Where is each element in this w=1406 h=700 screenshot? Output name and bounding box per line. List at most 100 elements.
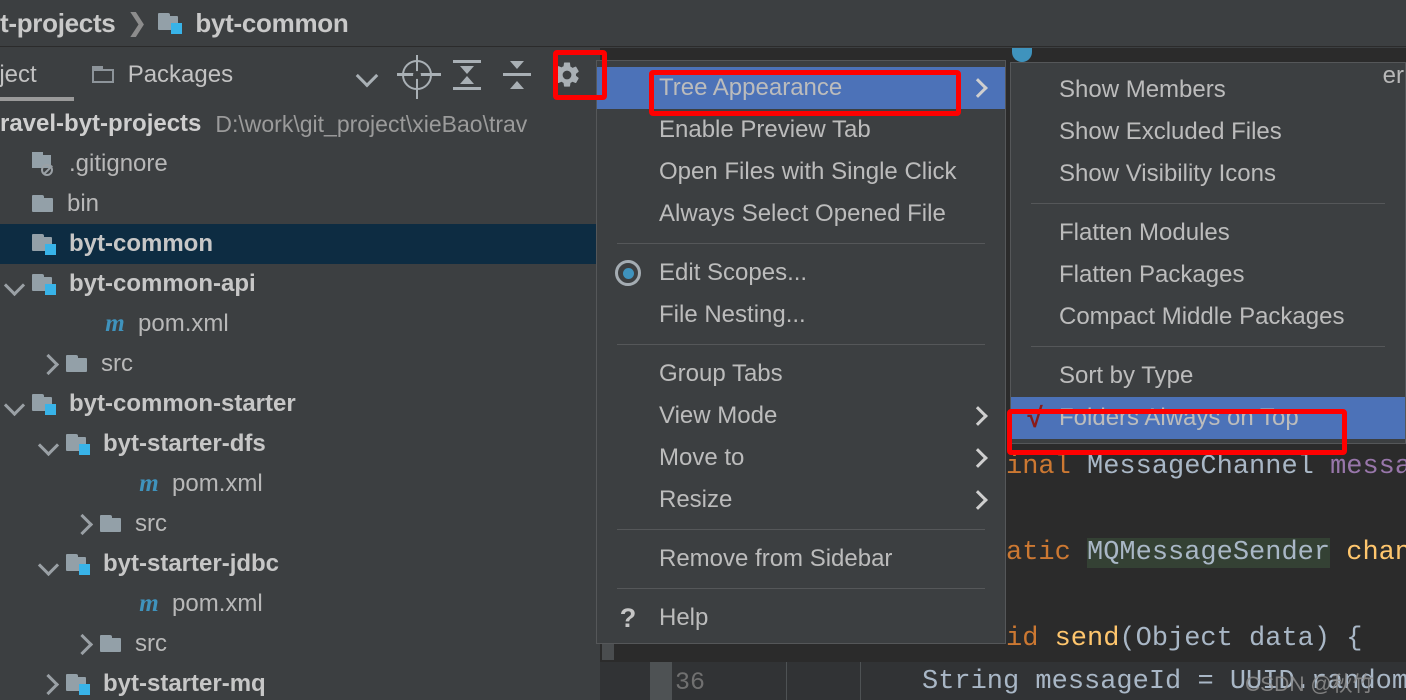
- maven-icon: m: [139, 590, 159, 617]
- tree-row[interactable]: m pom.xml: [0, 584, 600, 624]
- menu-item-edit-scopes[interactable]: Edit Scopes...: [597, 252, 1005, 294]
- breadcrumb-current[interactable]: byt-common: [195, 8, 348, 39]
- code-token-highlighted: MQMessageSender: [1087, 538, 1331, 568]
- chevron-down-icon[interactable]: [34, 429, 64, 459]
- maven-icon: m: [139, 470, 159, 497]
- tree-settings-context-menu[interactable]: Tree Appearance Enable Preview Tab Open Fi…: [596, 60, 1006, 644]
- tab-project[interactable]: roject: [0, 61, 37, 89]
- module-folder-icon: [32, 393, 60, 415]
- menu-item-move-to[interactable]: Move to: [597, 437, 1005, 479]
- gutter-divider: [786, 662, 787, 700]
- code-token: messa: [1330, 452, 1406, 482]
- submenu-separator: [1031, 203, 1385, 204]
- menu-item-enable-preview-tab[interactable]: Enable Preview Tab: [597, 109, 1005, 151]
- chevron-down-icon[interactable]: [34, 549, 64, 579]
- submenu-item-compact-middle-packages[interactable]: Compact Middle Packages: [1011, 296, 1405, 338]
- project-tree[interactable]: .gitignore bin byt-common byt-common-api m po…: [0, 144, 600, 700]
- tree-row[interactable]: byt-starter-jdbc: [0, 544, 600, 584]
- tree-row[interactable]: byt-starter-mq: [0, 664, 600, 700]
- maven-icon: m: [105, 310, 125, 337]
- radio-selected-icon: [597, 260, 659, 286]
- chevron-right-icon[interactable]: [34, 669, 64, 699]
- tree-row-label: src: [135, 630, 167, 657]
- expand-all-icon[interactable]: [442, 53, 492, 97]
- menu-separator: [617, 344, 985, 345]
- submenu-item-flatten-packages[interactable]: Flatten Packages: [1011, 254, 1405, 296]
- menu-item-file-nesting[interactable]: File Nesting...: [597, 294, 1005, 336]
- active-tab-underline: [0, 97, 74, 101]
- breadcrumb-parent[interactable]: t-projects: [0, 8, 116, 39]
- submenu-item-folders-always-on-top[interactable]: √ Folders Always on Top: [1011, 397, 1405, 439]
- checkmark-icon: √: [1011, 404, 1059, 432]
- menu-item-view-mode[interactable]: View Mode: [597, 395, 1005, 437]
- menu-item-label: Always Select Opened File: [659, 200, 946, 227]
- submenu-item-show-visibility-icons[interactable]: Show Visibility Icons: [1011, 153, 1405, 195]
- code-token: id: [1006, 624, 1055, 654]
- gutter-divider: [860, 662, 861, 700]
- gutter-line-number: 36: [675, 668, 706, 697]
- tree-row[interactable]: bin: [0, 184, 600, 224]
- tree-row[interactable]: src: [0, 624, 600, 664]
- tree-row[interactable]: byt-common-api: [0, 264, 600, 304]
- chevron-right-icon[interactable]: [68, 509, 98, 539]
- menu-item-remove-from-sidebar[interactable]: Remove from Sidebar: [597, 538, 1005, 580]
- menu-separator: [617, 588, 985, 589]
- menu-item-resize[interactable]: Resize: [597, 479, 1005, 521]
- tree-row-label: byt-common-starter: [69, 390, 296, 417]
- collapse-all-icon[interactable]: [492, 53, 542, 97]
- scroll-from-source-icon[interactable]: [392, 53, 442, 99]
- gear-glyph: [555, 61, 579, 87]
- menu-item-always-select-opened-file[interactable]: Always Select Opened File: [597, 193, 1005, 235]
- module-folder-icon: [66, 553, 94, 575]
- chevron-down-icon[interactable]: [0, 389, 30, 419]
- tree-row[interactable]: byt-common: [0, 224, 600, 264]
- tree-row[interactable]: .gitignore: [0, 144, 600, 184]
- tree-row-label: bin: [67, 190, 100, 217]
- tab-packages-label: Packages: [127, 60, 234, 88]
- code-token: chan: [1330, 538, 1406, 568]
- menu-item-open-files-with-single-click[interactable]: Open Files with Single Click: [597, 151, 1005, 193]
- menu-item-group-tabs[interactable]: Group Tabs: [597, 353, 1005, 395]
- gutter-change-marker[interactable]: [650, 662, 672, 700]
- tree-row[interactable]: src: [0, 504, 600, 544]
- chevron-down-icon[interactable]: [0, 269, 30, 299]
- tree-row[interactable]: m pom.xml: [0, 304, 600, 344]
- tree-row[interactable]: byt-common-starter: [0, 384, 600, 424]
- code-token: atic: [1006, 538, 1088, 568]
- project-root-row[interactable]: travel-byt-projects D:\work\git_project\…: [0, 104, 600, 144]
- chevron-right-icon[interactable]: [34, 349, 64, 379]
- gitignore-icon: [32, 152, 60, 176]
- tab-packages[interactable]: Packages: [91, 60, 234, 89]
- chevron-right-icon[interactable]: [68, 629, 98, 659]
- folder-outline-icon: [91, 65, 118, 85]
- menu-item-tree-appearance[interactable]: Tree Appearance: [597, 67, 1005, 109]
- chevron-down-icon[interactable]: [342, 53, 392, 97]
- module-folder-icon: [32, 273, 60, 295]
- chevron-right-icon: [969, 490, 991, 510]
- tree-row[interactable]: byt-starter-dfs: [0, 424, 600, 464]
- menu-item-label: File Nesting...: [659, 301, 806, 328]
- submenu-item-sort-by-type[interactable]: Sort by Type: [1011, 355, 1405, 397]
- tree-row-label: pom.xml: [172, 470, 263, 497]
- code-token: MessageChannel: [1087, 452, 1331, 482]
- submenu-item-label: Show Members: [1059, 76, 1226, 103]
- tree-row-label: src: [135, 510, 167, 537]
- submenu-item-show-members[interactable]: Show Members: [1011, 69, 1405, 111]
- tree-row[interactable]: src: [0, 344, 600, 384]
- tree-row-label: byt-starter-dfs: [103, 430, 266, 457]
- submenu-item-flatten-modules[interactable]: Flatten Modules: [1011, 212, 1405, 254]
- menu-item-help[interactable]: ? Help: [597, 597, 1005, 639]
- tree-row[interactable]: m pom.xml: [0, 464, 600, 504]
- project-root-path: D:\work\git_project\xieBao\trav: [215, 110, 528, 137]
- submenu-item-label: Flatten Packages: [1059, 261, 1245, 288]
- menu-item-label: Move to: [659, 444, 745, 471]
- submenu-item-show-excluded-files[interactable]: Show Excluded Files: [1011, 111, 1405, 153]
- gear-icon[interactable]: [542, 53, 592, 97]
- module-folder-icon: [32, 233, 60, 255]
- tree-appearance-submenu[interactable]: Show Members Show Excluded Files Show Visi…: [1010, 62, 1406, 444]
- submenu-item-label: Show Visibility Icons: [1059, 160, 1276, 187]
